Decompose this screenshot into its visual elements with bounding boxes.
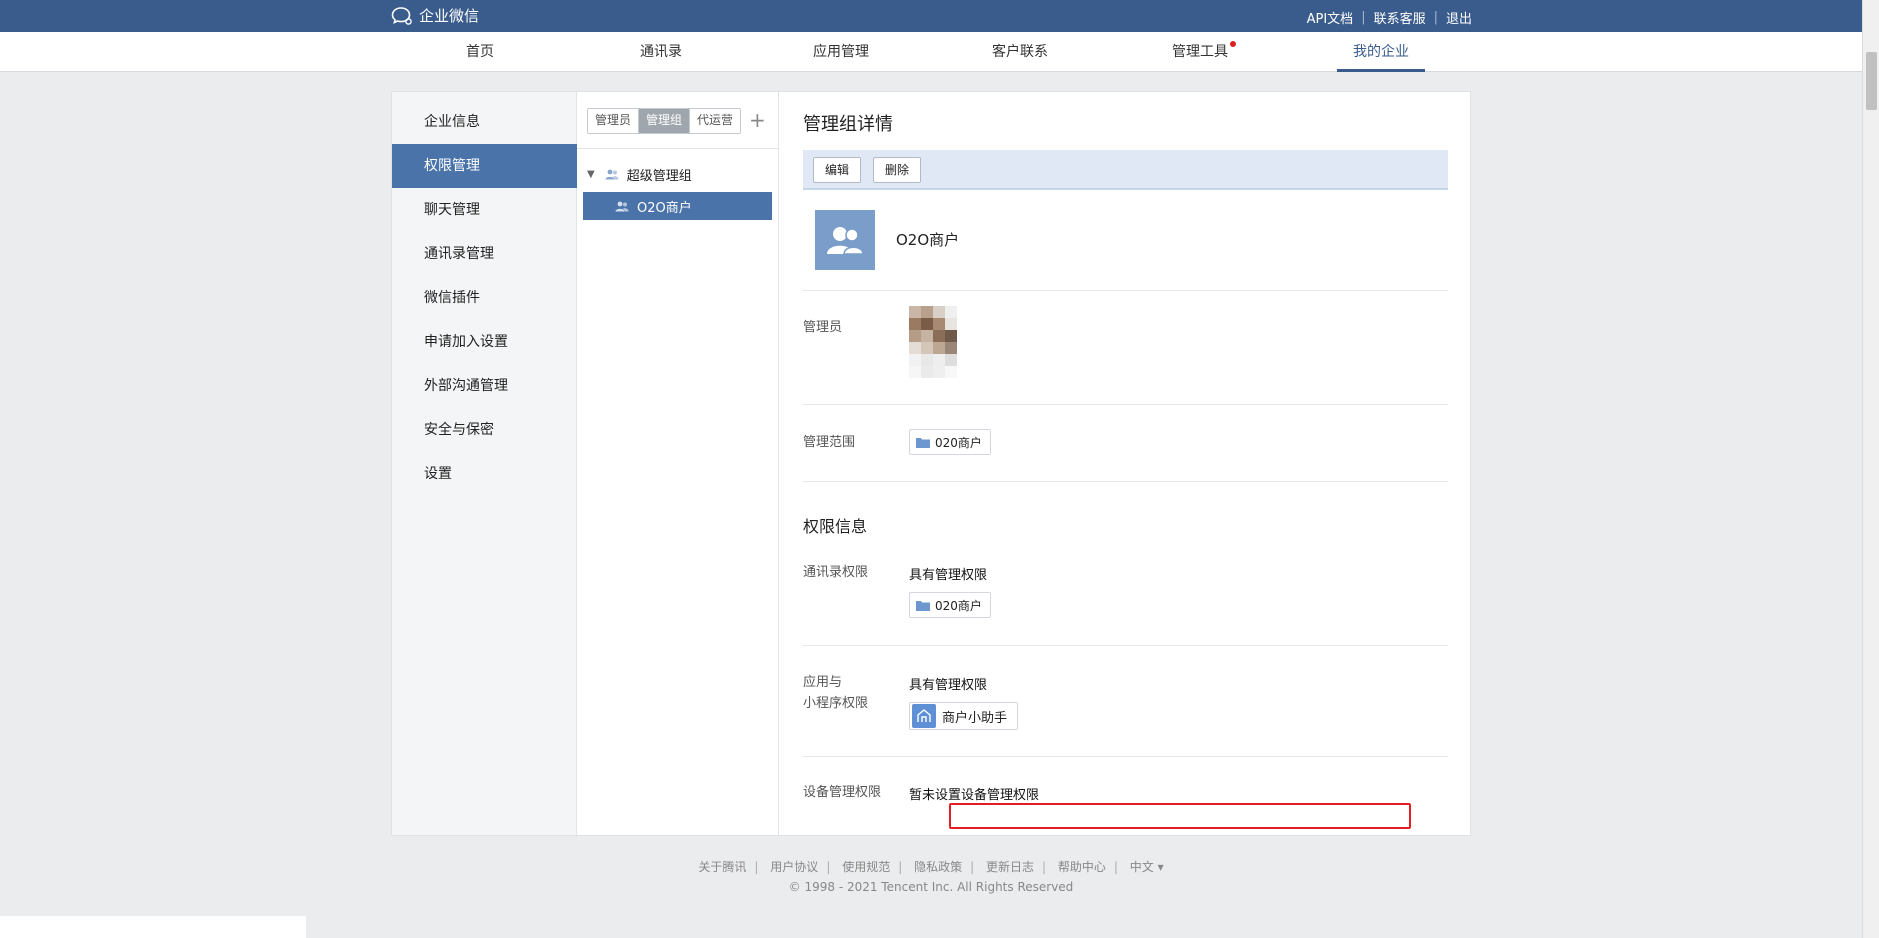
contact-support-link[interactable]: 联系客服 bbox=[1374, 8, 1426, 27]
nav-contacts[interactable]: 通讯录 bbox=[628, 32, 694, 72]
separator: | bbox=[1433, 10, 1438, 25]
app-perm-chip[interactable]: 商户小助手 bbox=[909, 702, 1019, 730]
brand-name: 企业微信 bbox=[419, 7, 480, 25]
edit-button[interactable]: 编辑 bbox=[813, 157, 862, 183]
device-perm-value: 暂未设置设备管理权限 bbox=[909, 788, 1040, 803]
nav-my-enterprise[interactable]: 我的企业 bbox=[1337, 32, 1425, 72]
divider bbox=[803, 290, 1448, 291]
page-title: 管理组详情 bbox=[803, 114, 893, 135]
scrollbar-thumb[interactable] bbox=[1866, 52, 1877, 110]
bottom-strip bbox=[0, 916, 306, 938]
admin-label: 管理员 bbox=[803, 320, 843, 335]
app-perm-label-line1: 应用与 bbox=[803, 675, 843, 690]
group-name: O2O商户 bbox=[896, 231, 960, 249]
permission-section-title: 权限信息 bbox=[803, 517, 868, 536]
sidebar-item-permission-management[interactable]: 权限管理 bbox=[392, 144, 577, 188]
tree-node-label: 超级管理组 bbox=[626, 169, 692, 184]
sidebar-item-contacts-management[interactable]: 通讯录管理 bbox=[392, 232, 577, 276]
scope-chip[interactable]: 020商户 bbox=[909, 429, 991, 455]
folder-icon bbox=[916, 600, 930, 611]
admin-avatar[interactable] bbox=[909, 306, 957, 378]
footer-link-changelog[interactable]: 更新日志 bbox=[986, 860, 1034, 874]
merchant-assistant-app-icon bbox=[912, 704, 936, 728]
api-docs-link[interactable]: API文档 bbox=[1307, 8, 1354, 27]
footer-link-privacy[interactable]: 隐私政策 bbox=[914, 860, 962, 874]
tab-admins[interactable]: 管理员 bbox=[588, 109, 640, 133]
sidebar-item-enterprise-info[interactable]: 企业信息 bbox=[392, 100, 577, 144]
sidebar-item-security[interactable]: 安全与保密 bbox=[392, 408, 577, 452]
app-perm-value: 具有管理权限 bbox=[909, 678, 988, 693]
sidebar-item-chat-management[interactable]: 聊天管理 bbox=[392, 188, 577, 232]
footer-links: 关于腾讯 | 用户协议 | 使用规范 | 隐私政策 | 更新日志 | 帮助中心 | 中文 ▾ bbox=[0, 858, 1862, 875]
group-avatar-icon bbox=[827, 227, 864, 255]
footer-link-group: 关于腾讯 | 用户协议 | 使用规范 | 隐私政策 | 更新日志 | 帮助中心 | 中文 ▾ bbox=[698, 860, 1163, 874]
tree-node-super-admin-group[interactable]: ▼ 超级管理组 bbox=[587, 165, 692, 184]
device-perm-label: 设备管理权限 bbox=[803, 785, 882, 800]
group-avatar bbox=[815, 210, 875, 270]
footer-link-usage-rules[interactable]: 使用规范 bbox=[842, 860, 890, 874]
separator: | bbox=[754, 860, 759, 874]
app-perm-label-line2: 小程序权限 bbox=[803, 696, 869, 711]
tab-admin-groups[interactable]: 管理组 bbox=[639, 109, 691, 133]
notification-dot bbox=[1230, 41, 1236, 47]
footer-link-help[interactable]: 帮助中心 bbox=[1058, 860, 1106, 874]
main-nav: 首页 通讯录 应用管理 客户联系 管理工具 我的企业 bbox=[0, 32, 1879, 72]
tree-node-o2o-merchant[interactable]: O2O商户 bbox=[583, 192, 772, 220]
group-icon bbox=[605, 169, 619, 180]
footer-link-about[interactable]: 关于腾讯 bbox=[698, 860, 746, 874]
page-scrollbar[interactable] bbox=[1862, 0, 1879, 938]
separator: | bbox=[1041, 860, 1047, 874]
contacts-perm-label: 通讯录权限 bbox=[803, 565, 869, 580]
divider bbox=[803, 645, 1448, 646]
tab-operators[interactable]: 代运营 bbox=[690, 109, 741, 133]
top-bar: 企业微信 API文档 | 联系客服 | 退出 bbox=[0, 0, 1879, 32]
wecom-logo-icon bbox=[391, 6, 412, 25]
sidebar-item-external-communication[interactable]: 外部沟通管理 bbox=[392, 364, 577, 408]
folder-icon bbox=[916, 437, 930, 448]
divider bbox=[577, 148, 778, 149]
contacts-perm-chip-label: 020商户 bbox=[935, 598, 982, 613]
scope-label: 管理范围 bbox=[803, 435, 856, 450]
separator: | bbox=[1113, 860, 1118, 874]
sidebar: 企业信息 权限管理 聊天管理 通讯录管理 微信插件 申请加入设置 外部沟通管理 … bbox=[392, 92, 577, 835]
divider bbox=[803, 481, 1448, 482]
scope-chip-label: 020商户 bbox=[935, 435, 982, 450]
contacts-perm-value: 具有管理权限 bbox=[909, 568, 988, 583]
expand-arrow-icon[interactable]: ▼ bbox=[587, 169, 595, 180]
group-detail-panel: 管理组详情 编辑 删除 O2O商户 管理员 管理范围 020商户 权限信息 通讯… bbox=[803, 92, 1448, 835]
divider bbox=[803, 404, 1448, 405]
sidebar-item-settings[interactable]: 设置 bbox=[392, 452, 577, 496]
top-links: API文档 | 联系客服 | 退出 bbox=[1307, 8, 1472, 27]
nav-my-enterprise-label: 我的企业 bbox=[1353, 44, 1409, 60]
language-select[interactable]: 中文 ▾ bbox=[1130, 860, 1164, 874]
nav-management-tools[interactable]: 管理工具 bbox=[1162, 32, 1238, 72]
group-icon bbox=[615, 201, 629, 211]
tree-node-label: O2O商户 bbox=[637, 200, 692, 216]
add-icon[interactable]: + bbox=[749, 108, 766, 132]
separator: | bbox=[898, 860, 903, 874]
footer-link-user-agreement[interactable]: 用户协议 bbox=[770, 860, 818, 874]
active-tab-underline bbox=[1337, 69, 1425, 72]
copyright: © 1998 - 2021 Tencent Inc. All Rights Re… bbox=[788, 880, 1074, 894]
nav-customer-contact[interactable]: 客户联系 bbox=[982, 32, 1058, 72]
highlight-box bbox=[949, 803, 1411, 829]
detail-toolbar: 编辑 删除 bbox=[803, 150, 1448, 190]
nav-app-management[interactable]: 应用管理 bbox=[803, 32, 879, 72]
nav-home[interactable]: 首页 bbox=[455, 32, 505, 72]
sidebar-item-wechat-plugin[interactable]: 微信插件 bbox=[392, 276, 577, 320]
separator: | bbox=[826, 860, 831, 874]
group-list-panel: 管理员 管理组 代运营 + ▼ 超级管理组 O2O商户 bbox=[577, 92, 779, 835]
brand-logo[interactable]: 企业微信 bbox=[391, 5, 479, 26]
app-perm-chip-label: 商户小助手 bbox=[942, 710, 1008, 726]
separator: | bbox=[970, 860, 975, 874]
delete-button[interactable]: 删除 bbox=[873, 157, 922, 183]
sidebar-item-join-settings[interactable]: 申请加入设置 bbox=[392, 320, 577, 364]
main-card: 企业信息 权限管理 聊天管理 通讯录管理 微信插件 申请加入设置 外部沟通管理 … bbox=[391, 91, 1471, 836]
contacts-perm-chip[interactable]: 020商户 bbox=[909, 592, 991, 618]
logout-link[interactable]: 退出 bbox=[1446, 8, 1472, 27]
admin-type-tabs: 管理员 管理组 代运营 bbox=[587, 108, 742, 134]
separator: | bbox=[1361, 10, 1366, 25]
divider bbox=[803, 756, 1448, 757]
